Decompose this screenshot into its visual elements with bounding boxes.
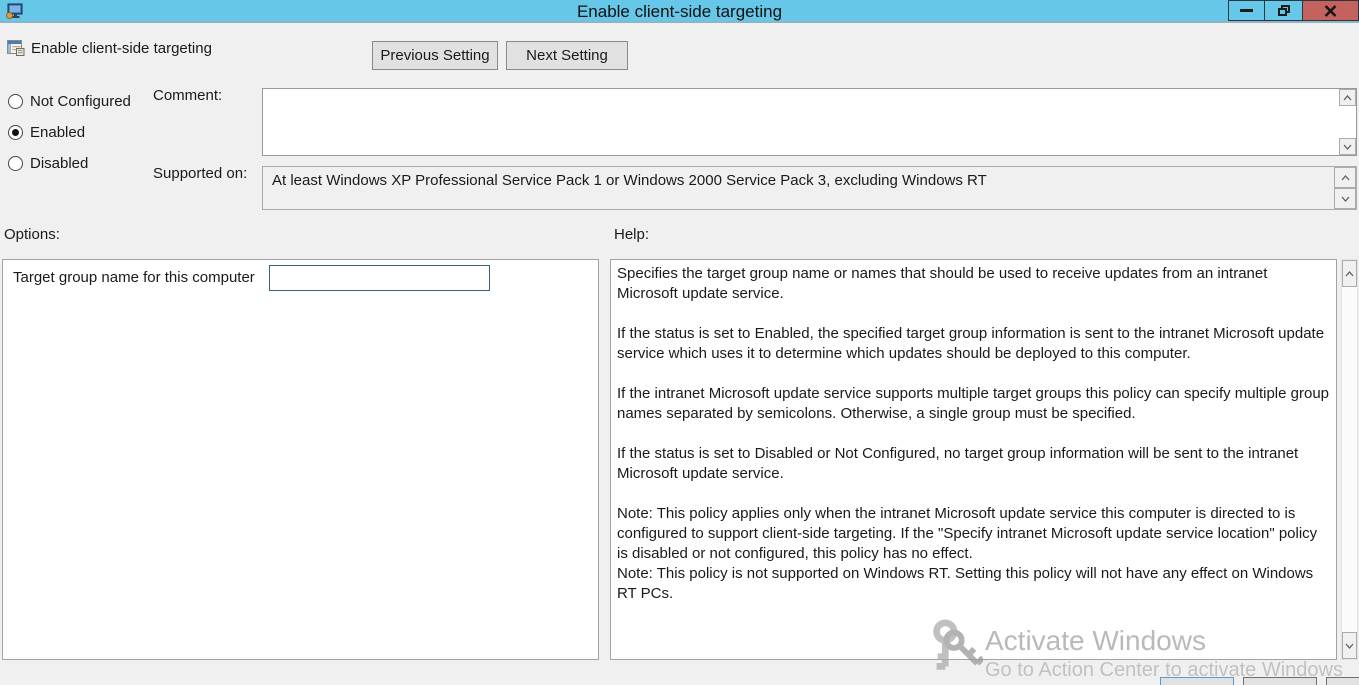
- scroll-down-button[interactable]: [1339, 138, 1356, 155]
- chevron-down-icon: [1341, 196, 1349, 202]
- window-title: Enable client-side targeting: [576, 2, 783, 21]
- comment-label: Comment:: [153, 87, 223, 104]
- radio-not-configured[interactable]: Not Configured: [8, 93, 131, 110]
- help-section-label: Help:: [614, 226, 650, 243]
- radio-label: Disabled: [30, 155, 89, 172]
- restore-button[interactable]: [1264, 0, 1303, 21]
- close-button[interactable]: [1302, 0, 1359, 21]
- options-panel: Target group name for this computer: [2, 259, 599, 660]
- target-group-label: Target group name for this computer: [13, 269, 255, 286]
- chevron-down-icon: [1343, 144, 1352, 150]
- minimize-button[interactable]: [1228, 0, 1265, 21]
- chevron-up-icon: [1343, 94, 1352, 100]
- radio-circle-icon[interactable]: [8, 125, 23, 140]
- help-paragraph: Note: This policy applies only when the …: [617, 505, 1318, 562]
- scroll-down-button[interactable]: [1342, 632, 1357, 659]
- policy-setting-icon: [7, 40, 25, 56]
- scroll-down-button[interactable]: [1334, 188, 1356, 209]
- minimize-icon: [1240, 9, 1253, 12]
- options-section-label: Options:: [4, 226, 60, 243]
- radio-enabled[interactable]: Enabled: [8, 124, 85, 141]
- radio-circle-icon[interactable]: [8, 156, 23, 171]
- help-paragraph: Note: This policy is not supported on Wi…: [617, 565, 1314, 602]
- help-scrollbar[interactable]: [1341, 259, 1358, 660]
- scroll-up-button[interactable]: [1342, 260, 1357, 287]
- ok-button[interactable]: [1160, 677, 1234, 685]
- target-group-input[interactable]: [269, 265, 490, 291]
- policy-setting-window: Enable client-side targeting Enable clie…: [0, 0, 1359, 685]
- comment-textbox[interactable]: [262, 88, 1357, 156]
- policy-setting-name: Enable client-side targeting: [31, 40, 212, 57]
- help-text-panel[interactable]: Specifies the target group name or names…: [610, 259, 1337, 660]
- radio-label: Enabled: [30, 124, 86, 141]
- chevron-up-icon: [1345, 270, 1354, 276]
- next-setting-button[interactable]: Next Setting: [506, 41, 628, 70]
- restore-icon: [1277, 5, 1290, 16]
- help-paragraph: If the intranet Microsoft update service…: [617, 385, 1330, 422]
- cancel-button[interactable]: [1243, 677, 1317, 685]
- supported-on-label: Supported on:: [153, 165, 248, 182]
- supported-on-value: At least Windows XP Professional Service…: [272, 172, 987, 189]
- scroll-up-button[interactable]: [1334, 167, 1356, 188]
- previous-setting-button[interactable]: Previous Setting: [372, 41, 498, 70]
- titlebar[interactable]: Enable client-side targeting: [0, 0, 1359, 23]
- radio-circle-icon[interactable]: [8, 94, 23, 109]
- chevron-down-icon: [1345, 643, 1354, 649]
- help-paragraph: Specifies the target group name or names…: [617, 265, 1268, 302]
- supported-on-field: At least Windows XP Professional Service…: [262, 166, 1357, 210]
- help-paragraph: If the status is set to Disabled or Not …: [617, 445, 1299, 482]
- radio-label: Not Configured: [30, 93, 131, 110]
- supported-on-scrollbar[interactable]: [1334, 167, 1356, 209]
- radio-disabled[interactable]: Disabled: [8, 155, 88, 172]
- close-icon: [1324, 4, 1337, 17]
- chevron-up-icon: [1341, 174, 1349, 180]
- scroll-up-button[interactable]: [1339, 89, 1356, 106]
- apply-button[interactable]: [1326, 677, 1359, 685]
- comment-scrollbar[interactable]: [1339, 89, 1356, 155]
- help-paragraph: If the status is set to Enabled, the spe…: [617, 325, 1325, 362]
